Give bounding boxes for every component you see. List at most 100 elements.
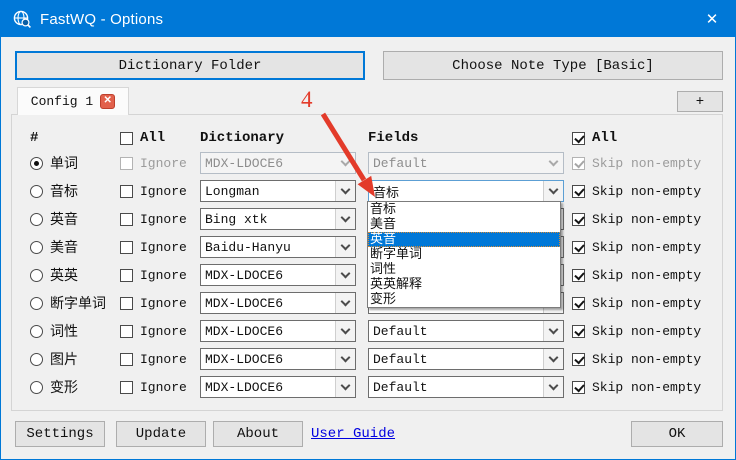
row-label: 断字单词 — [50, 293, 106, 313]
dictionary-folder-button[interactable]: Dictionary Folder — [15, 51, 365, 80]
ignore-label: Ignore — [140, 352, 187, 367]
skip-checkbox[interactable] — [572, 241, 585, 254]
table-row: 变形 Ignore MDX-LDOCE6 Default Skip non-em… — [12, 374, 722, 400]
radio-en-en[interactable] — [30, 269, 43, 282]
skip-checkbox[interactable] — [572, 213, 585, 226]
fields-header: Fields — [368, 130, 418, 146]
skip-checkbox[interactable] — [572, 325, 585, 338]
chevron-down-icon — [336, 153, 355, 173]
ignore-checkbox[interactable] — [120, 381, 133, 394]
ignore-checkbox[interactable] — [120, 353, 133, 366]
dictionary-value: MDX-LDOCE6 — [205, 352, 283, 367]
radio-phonetic[interactable] — [30, 185, 43, 198]
skip-checkbox[interactable] — [572, 157, 585, 170]
row-label: 变形 — [50, 377, 78, 397]
close-button[interactable]: ✕ — [689, 1, 735, 37]
skip-label: Skip non-empty — [592, 184, 701, 199]
skip-checkbox[interactable] — [572, 297, 585, 310]
dropdown-item-selected[interactable]: 英音 — [368, 232, 560, 247]
fields-value: Default — [373, 324, 428, 339]
options-dialog: FastWQ - Options ✕ Dictionary Folder Cho… — [0, 0, 736, 460]
dictionary-value: Bing xtk — [205, 212, 267, 227]
radio-hyphen-word[interactable] — [30, 297, 43, 310]
table-row: 单词 Ignore MDX-LDOCE6 Default Skip non-em… — [12, 150, 722, 176]
dictionary-value: Longman — [205, 184, 260, 199]
chevron-down-icon — [544, 153, 563, 173]
fields-select[interactable]: Default — [368, 152, 564, 174]
dictionary-value: MDX-LDOCE6 — [205, 156, 283, 171]
about-button[interactable]: About — [213, 421, 303, 447]
tab-close-icon[interactable]: ✕ — [100, 94, 115, 109]
fields-value: Default — [373, 352, 428, 367]
all-left-checkbox[interactable] — [120, 132, 133, 145]
ignore-checkbox[interactable] — [120, 213, 133, 226]
chevron-down-icon — [543, 321, 563, 341]
dropdown-item[interactable]: 词性 — [368, 262, 560, 277]
skip-checkbox[interactable] — [572, 353, 585, 366]
dropdown-item[interactable]: 断字单词 — [368, 247, 560, 262]
fields-select[interactable]: Default — [368, 376, 564, 398]
all-left-label: All — [140, 130, 165, 146]
skip-checkbox[interactable] — [572, 185, 585, 198]
ignore-label: Ignore — [140, 324, 187, 339]
ignore-label: Ignore — [140, 268, 187, 283]
skip-label: Skip non-empty — [592, 156, 701, 171]
settings-button[interactable]: Settings — [15, 421, 105, 447]
dictionary-value: MDX-LDOCE6 — [205, 324, 283, 339]
dropdown-item[interactable]: 美音 — [368, 217, 560, 232]
radio-inflection[interactable] — [30, 381, 43, 394]
chevron-down-icon — [335, 377, 355, 397]
ignore-checkbox[interactable] — [120, 297, 133, 310]
radio-uk-audio[interactable] — [30, 213, 43, 226]
chevron-down-icon — [335, 237, 355, 257]
all-right-checkbox[interactable] — [572, 132, 585, 145]
dictionary-select[interactable]: Bing xtk — [200, 208, 356, 230]
row-label: 美音 — [50, 237, 78, 257]
fields-value: Default — [373, 156, 428, 171]
ok-button[interactable]: OK — [631, 421, 723, 447]
fields-select[interactable]: Default — [368, 320, 564, 342]
ignore-checkbox[interactable] — [120, 325, 133, 338]
dictionary-select[interactable]: Baidu-Hanyu — [200, 236, 356, 258]
chevron-down-icon — [335, 181, 355, 201]
ignore-checkbox[interactable] — [120, 185, 133, 198]
user-guide-link[interactable]: User Guide — [311, 426, 395, 442]
row-label: 单词 — [50, 153, 78, 173]
choose-note-type-button[interactable]: Choose Note Type [Basic] — [383, 51, 723, 80]
tab-config-1[interactable]: Config 1 ✕ — [17, 87, 129, 115]
dropdown-item[interactable]: 英英解释 — [368, 277, 560, 292]
row-label: 音标 — [50, 181, 78, 201]
add-tab-button[interactable]: + — [677, 91, 723, 112]
dropdown-item[interactable]: 变形 — [368, 292, 560, 307]
skip-checkbox[interactable] — [572, 381, 585, 394]
row-label: 英英 — [50, 265, 78, 285]
skip-checkbox[interactable] — [572, 269, 585, 282]
dictionary-select[interactable]: MDX-LDOCE6 — [200, 320, 356, 342]
ignore-checkbox[interactable] — [120, 241, 133, 254]
dictionary-select[interactable]: MDX-LDOCE6 — [200, 152, 356, 174]
row-label: 英音 — [50, 209, 78, 229]
dropdown-item[interactable]: 音标 — [368, 202, 560, 217]
ignore-label: Ignore — [140, 296, 187, 311]
skip-label: Skip non-empty — [592, 324, 701, 339]
radio-image[interactable] — [30, 353, 43, 366]
radio-us-audio[interactable] — [30, 241, 43, 254]
chevron-down-icon — [543, 349, 563, 369]
ignore-checkbox[interactable] — [120, 157, 133, 170]
radio-pos[interactable] — [30, 325, 43, 338]
dictionary-select[interactable]: MDX-LDOCE6 — [200, 348, 356, 370]
annotation-step-number: 4 — [301, 87, 313, 113]
dictionary-select[interactable]: MDX-LDOCE6 — [200, 376, 356, 398]
dictionary-select[interactable]: MDX-LDOCE6 — [200, 292, 356, 314]
fields-select-open[interactable]: 音标 — [368, 180, 564, 202]
fields-select[interactable]: Default — [368, 348, 564, 370]
dictionary-select[interactable]: MDX-LDOCE6 — [200, 264, 356, 286]
radio-word[interactable] — [30, 157, 43, 170]
skip-label: Skip non-empty — [592, 352, 701, 367]
dictionary-value: MDX-LDOCE6 — [205, 268, 283, 283]
dictionary-select[interactable]: Longman — [200, 180, 356, 202]
ignore-checkbox[interactable] — [120, 269, 133, 282]
update-button[interactable]: Update — [116, 421, 206, 447]
dictionary-value: MDX-LDOCE6 — [205, 296, 283, 311]
chevron-down-icon — [543, 377, 563, 397]
